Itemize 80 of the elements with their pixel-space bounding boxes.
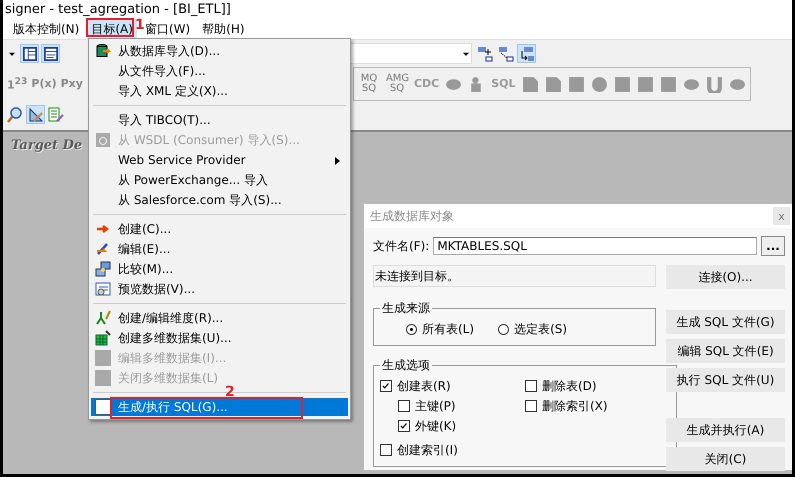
checkbox-label: 主键(P) (415, 398, 456, 414)
dialog-button[interactable]: 关闭(C) (666, 447, 785, 471)
group-title: 生成选项 (381, 357, 431, 374)
checkbox-label: 创建表(R) (397, 378, 451, 394)
menu-item[interactable]: 创建多维数据集(U)... (91, 329, 348, 347)
canvas-title: Target De (10, 137, 82, 153)
menu-item[interactable]: 版本控制(N) (9, 18, 84, 40)
checkbox-label: 删除表(D) (542, 378, 597, 394)
checkbox[interactable] (525, 380, 537, 392)
check-icon (399, 421, 409, 431)
menu-item[interactable]: 从 Salesforce.com 导入(S)... (91, 191, 348, 209)
menu-item[interactable]: 导入 TIBCO(T)... (91, 111, 348, 129)
menu-item[interactable]: Web Service Provider (91, 151, 348, 169)
table-link-icon (498, 46, 514, 62)
square-icon (614, 76, 631, 92)
compare-icon (95, 261, 111, 277)
preview-icon (95, 281, 111, 297)
document-icon (522, 76, 539, 92)
toolbar-label[interactable]: MQ SQ (358, 74, 380, 94)
window-title: signer - test_agregation - [BI_ETL]] (5, 2, 231, 17)
radio-label: 选定表(S) (514, 320, 568, 338)
group-title: 生成来源 (381, 300, 431, 317)
menu-item[interactable]: 从 PowerExchange... 导入 (91, 171, 348, 189)
dialog-button[interactable]: 编辑 SQL 文件(E) (666, 339, 785, 363)
square-icon (95, 350, 111, 366)
status-field: 未连接到目标。 (373, 265, 656, 287)
table-add-icon (476, 46, 492, 62)
pencil-icon (95, 241, 111, 257)
database-icon (95, 43, 111, 59)
dialog-button[interactable]: 生成并执行(A) (666, 418, 785, 442)
table-arrow-icon (518, 46, 534, 62)
document-icon (544, 76, 562, 92)
menu-item[interactable]: 从文件导入(F)... (91, 62, 348, 80)
menu-item[interactable]: 创建(C)... (91, 220, 348, 238)
menu-item[interactable]: 生成/执行 SQL(G)... (91, 398, 348, 416)
square-icon (660, 76, 677, 92)
document-icon (95, 132, 111, 148)
checkbox[interactable] (525, 400, 537, 412)
dimension-icon (95, 310, 111, 326)
toolbar-label[interactable]: AMG SQ (386, 74, 408, 94)
checkbox[interactable] (380, 444, 392, 456)
checkbox[interactable] (398, 400, 410, 412)
checkbox[interactable] (380, 380, 392, 392)
radio-button[interactable] (406, 324, 417, 334)
step-number: 1 (135, 20, 145, 30)
checkbox-label: 删除索引(X) (542, 398, 608, 414)
step-number: 2 (225, 387, 235, 397)
check-icon (381, 381, 391, 391)
dialog-title: 生成数据库对象 (370, 208, 454, 224)
square-icon (95, 370, 111, 386)
square-icon (568, 76, 585, 92)
highlight-frame (86, 18, 134, 37)
menu-item[interactable]: 帮助(H) (198, 18, 249, 40)
menu-item[interactable]: 导入 XML 定义(X)... (91, 82, 348, 100)
file-name-field[interactable]: MKTABLES.SQL (433, 237, 757, 255)
magnifier-icon (7, 106, 23, 122)
table-icon (44, 46, 58, 60)
menu-item[interactable]: 编辑(E)... (91, 240, 348, 258)
radio-button[interactable] (498, 324, 510, 334)
dialog-button[interactable]: 生成 SQL 文件(G) (666, 310, 785, 334)
menu-item[interactable]: 比较(M)... (91, 260, 348, 278)
radio-label: 所有表(L) (422, 320, 474, 338)
square-icon (636, 76, 654, 92)
field-label: 文件名(F): (373, 238, 430, 254)
u-shape-icon (706, 76, 723, 92)
ruler-icon (28, 106, 44, 122)
circle-icon (590, 76, 608, 92)
close-button[interactable]: x (773, 207, 790, 225)
table-icon (22, 46, 36, 60)
menu-item[interactable]: 从数据库导入(D)... (91, 42, 348, 60)
checkbox[interactable] (398, 420, 410, 432)
menu-item[interactable]: 预览数据(V)... (91, 280, 348, 298)
edit-icon (48, 106, 64, 122)
checkbox-label: 外键(K) (415, 418, 456, 434)
dialog-button[interactable]: 连接(O)... (666, 265, 785, 289)
checkbox-label: 创建索引(I) (397, 442, 458, 458)
browse-button[interactable]: ... (761, 236, 785, 256)
menu-item[interactable]: 创建/编辑维度(R)... (91, 309, 348, 327)
cube-icon (95, 330, 111, 346)
dialog-button[interactable]: 执行 SQL 文件(U) (666, 368, 785, 392)
